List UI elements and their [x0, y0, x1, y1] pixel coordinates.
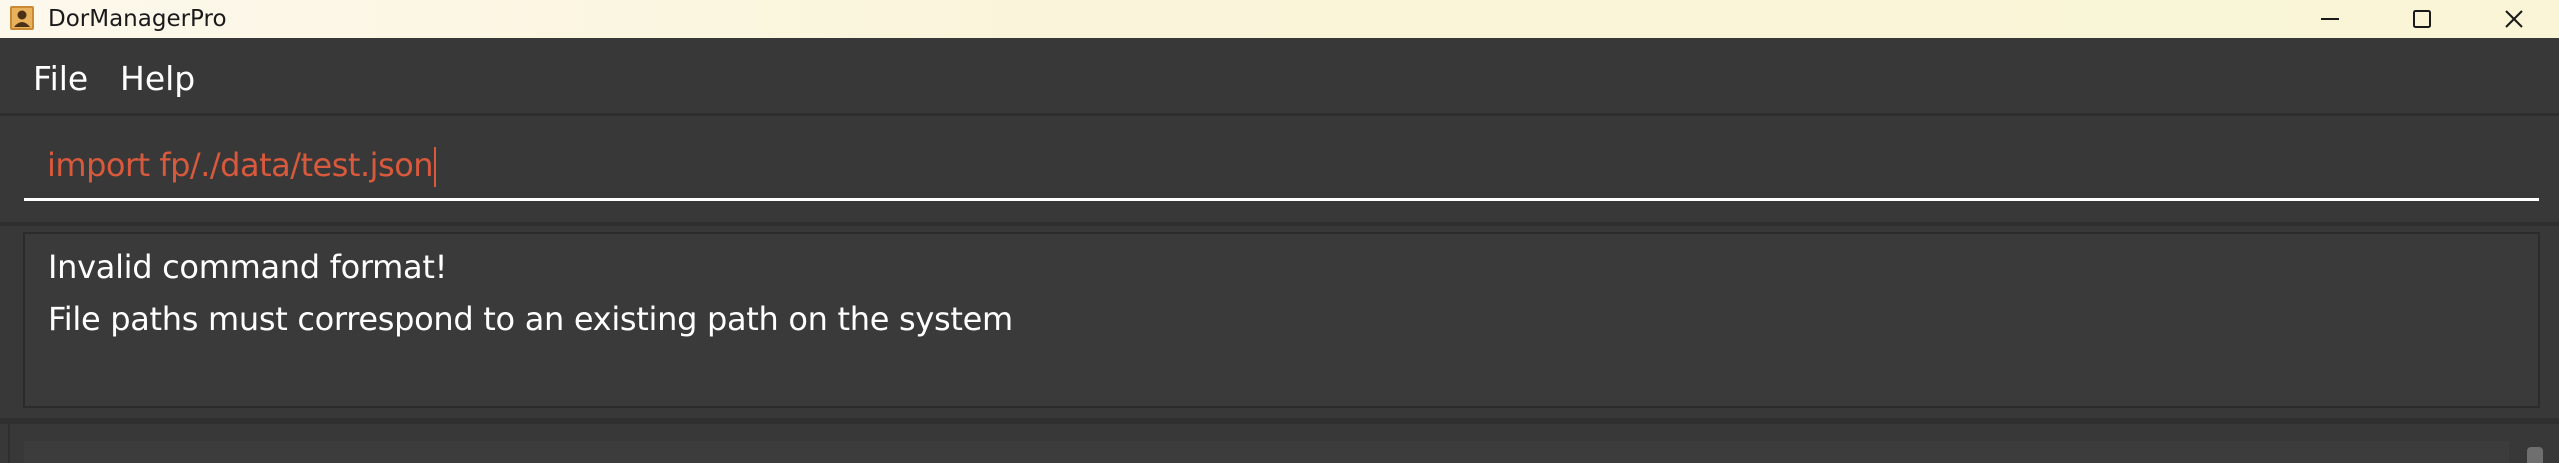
title-bar: DorManagerPro: [0, 0, 2559, 38]
user-icon: [10, 6, 34, 30]
divider: [0, 222, 2559, 226]
result-message-line: Invalid command format!: [48, 248, 448, 286]
app-window: DorManagerPro File Help import fp/./data…: [0, 0, 2559, 463]
text-caret: [434, 147, 437, 187]
result-display: Invalid command format! File paths must …: [23, 232, 2540, 408]
menu-item-file[interactable]: File: [33, 62, 88, 96]
scrollbar-thumb[interactable]: [2527, 447, 2543, 463]
list-panel: [8, 424, 2559, 463]
menu-item-help[interactable]: Help: [120, 62, 195, 96]
result-message-line: File paths must correspond to an existin…: [48, 300, 1013, 338]
window-title: DorManagerPro: [48, 6, 227, 32]
command-value: import fp/./data/test.json: [47, 146, 434, 184]
maximize-button[interactable]: [2376, 0, 2468, 38]
close-icon: [2505, 10, 2523, 28]
menu-bar: File Help: [0, 38, 2559, 116]
minimize-icon: [2321, 18, 2339, 20]
close-button[interactable]: [2468, 0, 2559, 38]
maximize-icon: [2413, 10, 2431, 28]
command-input-text: import fp/./data/test.json: [47, 146, 437, 187]
list-view[interactable]: [24, 441, 2509, 463]
minimize-button[interactable]: [2284, 0, 2376, 38]
